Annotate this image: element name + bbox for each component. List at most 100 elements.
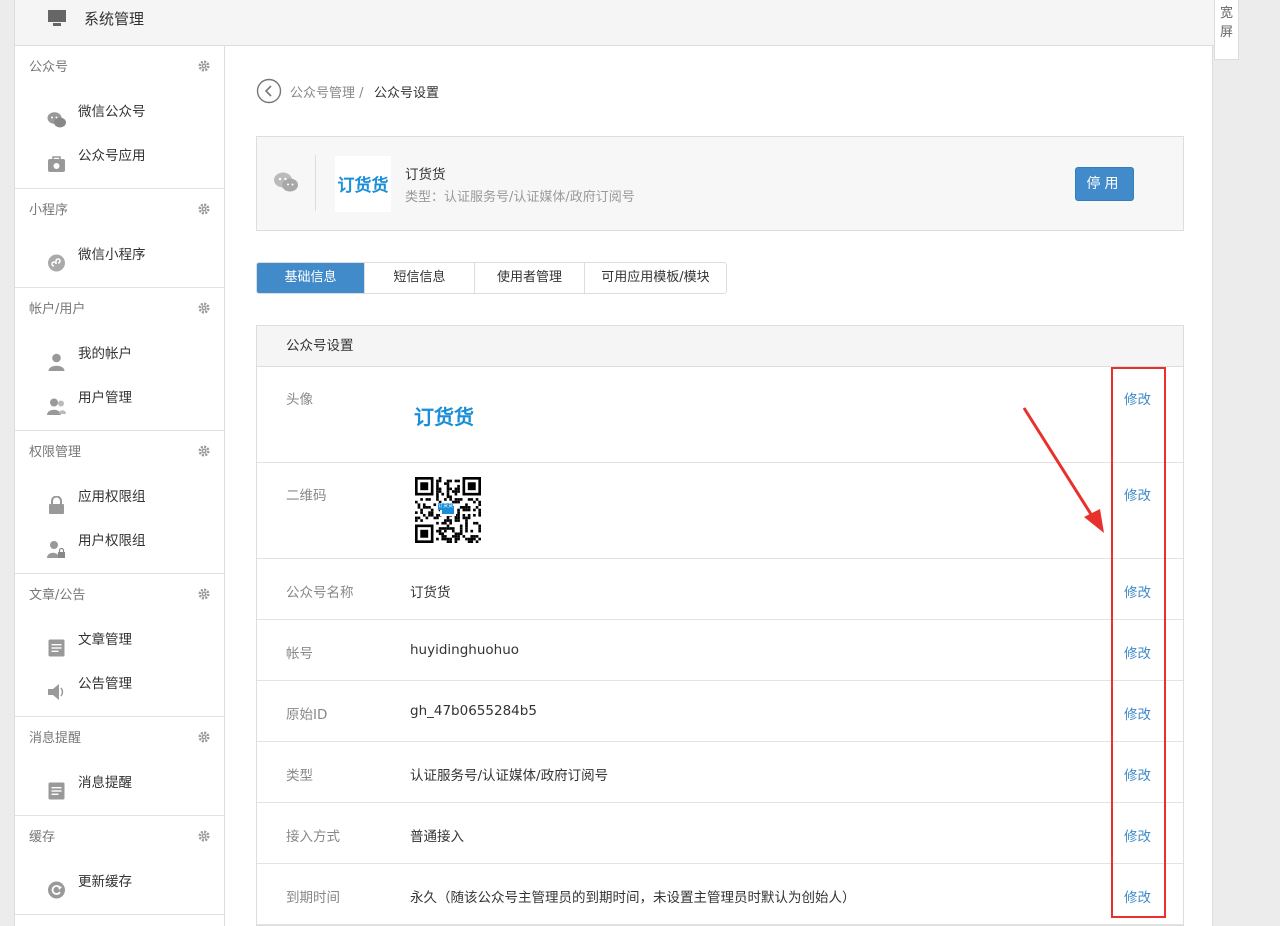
annotation-arrow-icon (1022, 407, 1104, 533)
avatar: 订货货 (414, 397, 484, 437)
settings-row: 公众号名称 订货货 修改 (257, 559, 1183, 620)
qr-code-label: 订货货 (438, 503, 454, 510)
sidebar-item-label: 用户管理 (78, 390, 132, 406)
setting-label: 公众号名称 (286, 584, 354, 601)
account-name: 订货货 (405, 167, 446, 183)
sidebar-item-label: 用户权限组 (78, 533, 146, 549)
tab-sms-info[interactable]: 短信信息 (365, 263, 475, 293)
sidebar: 公众号微信公众号公众号应用小程序微信小程序帐户/用户我的帐户用户管理权限管理应用… (15, 46, 225, 926)
setting-label: 接入方式 (286, 828, 340, 845)
refresh-icon (47, 873, 66, 899)
sidebar-group-title[interactable]: 公众号 (15, 46, 224, 90)
settings-row: 原始ID gh_47b0655284b5 修改 (257, 681, 1183, 742)
breadcrumb-parent[interactable]: 公众号管理 / (290, 82, 364, 101)
sidebar-item-label: 消息提醒 (78, 775, 132, 791)
system-title[interactable]: 系统管理 (84, 8, 144, 29)
setting-value: 订货货 (410, 584, 451, 601)
panel-title: 公众号设置 (257, 326, 1183, 367)
sidebar-group-title[interactable]: 权限管理 (15, 431, 224, 475)
sidebar-group-title[interactable]: 缓存 (15, 816, 224, 860)
sidebar-group: 文章/公告文章管理公告管理 (15, 574, 224, 717)
setting-value: 普通接入 (410, 828, 464, 845)
settings-row: 帐号 huyidinghuohuo 修改 (257, 620, 1183, 681)
setting-label: 帐号 (286, 645, 313, 662)
annotation-box (1111, 367, 1166, 918)
sidebar-item[interactable]: 应用权限组 (15, 475, 224, 519)
sidebar-item[interactable]: 我的帐户 (15, 332, 224, 376)
setting-value: gh_47b0655284b5 (410, 702, 537, 719)
sidebar-group-title[interactable]: 消息提醒 (15, 717, 224, 761)
sidebar-group: 消息提醒 消息提醒 (15, 717, 224, 816)
tab-basic-info[interactable]: 基础信息 (257, 263, 365, 293)
account-card: 订货货 订货货 类型：认证服务号/认证媒体/政府订阅号 停用 (256, 136, 1184, 231)
document-icon (47, 631, 66, 657)
tab-app-templates[interactable]: 可用应用模板/模块 (585, 263, 726, 293)
sidebar-group-label: 消息提醒 (29, 731, 82, 746)
setting-value: 认证服务号/认证媒体/政府订阅号 (410, 767, 609, 784)
document-icon (47, 774, 66, 800)
sidebar-item[interactable]: 公告管理 (15, 662, 224, 706)
sidebar-group-title[interactable]: 帐户/用户 (15, 288, 224, 332)
speaker-icon (47, 675, 66, 700)
setting-label: 二维码 (286, 488, 327, 504)
lock-icon (47, 488, 66, 514)
sidebar-item-label: 更新缓存 (78, 874, 132, 890)
logo-text: 订货货 (338, 175, 389, 196)
tab-bar: 基础信息 短信信息 使用者管理 可用应用模板/模块 (256, 262, 727, 294)
settings-row: 接入方式 普通接入 修改 (257, 803, 1183, 864)
setting-label: 到期时间 (286, 889, 340, 906)
settings-row: 到期时间 永久（随该公众号主管理员的到期时间，未设置主管理员时默认为创始人） 修改 (257, 864, 1183, 925)
wechat-icon (47, 103, 66, 128)
sidebar-item[interactable]: 用户管理 (15, 376, 224, 420)
sidebar-item-label: 公众号应用 (78, 148, 146, 164)
sidebar-item[interactable]: 公众号应用 (15, 134, 224, 178)
sidebar-group-label: 缓存 (29, 830, 56, 845)
setting-value: 永久（随该公众号主管理员的到期时间，未设置主管理员时默认为创始人） (410, 889, 856, 906)
user-icon (47, 345, 66, 371)
widescreen-toggle[interactable]: 宽屏 (1214, 0, 1239, 60)
sidebar-item-label: 微信公众号 (78, 104, 146, 120)
top-bar: 系统管理 (15, 0, 1214, 46)
sidebar-group: 公众号微信公众号公众号应用 (15, 46, 224, 189)
sidebar-group: 缓存更新缓存 (15, 816, 224, 915)
sidebar-item[interactable]: 消息提醒 (15, 761, 224, 805)
sidebar-item[interactable]: 用户权限组 (15, 519, 224, 563)
sidebar-group-label: 权限管理 (29, 445, 82, 460)
sidebar-item[interactable]: 更新缓存 (15, 860, 224, 904)
sidebar-item[interactable]: 微信小程序 (15, 233, 224, 277)
sidebar-item[interactable]: 文章管理 (15, 618, 224, 662)
sidebar-group-label: 小程序 (29, 203, 69, 218)
tab-user-management[interactable]: 使用者管理 (475, 263, 585, 293)
account-type: 类型：认证服务号/认证媒体/政府订阅号 (405, 190, 635, 205)
miniprogram-icon (47, 246, 66, 272)
sidebar-item[interactable]: 微信公众号 (15, 90, 224, 134)
qr-code: 订货货 (415, 477, 481, 547)
user-lock-icon (47, 532, 66, 558)
sidebar-item-label: 公告管理 (78, 676, 132, 692)
sidebar-group-title[interactable]: 小程序 (15, 189, 224, 233)
monitor-icon (48, 10, 66, 26)
setting-value: huyidinghuohuo (410, 641, 520, 658)
sidebar-group-label: 文章/公告 (29, 588, 86, 603)
sidebar-item-label: 应用权限组 (78, 489, 146, 505)
divider (315, 155, 316, 211)
breadcrumb-current: 公众号设置 (374, 86, 440, 101)
setting-label: 原始ID (286, 706, 328, 723)
settings-row: 类型 认证服务号/认证媒体/政府订阅号 修改 (257, 742, 1183, 803)
sidebar-item-label: 文章管理 (78, 632, 132, 648)
sidebar-group-label: 帐户/用户 (29, 302, 86, 317)
wechat-icon (274, 172, 298, 192)
users-icon (47, 389, 66, 415)
back-circle-icon[interactable] (256, 78, 282, 104)
bag-icon (47, 147, 66, 172)
setting-label: 头像 (286, 392, 313, 408)
sidebar-item-label: 微信小程序 (78, 247, 146, 263)
setting-label: 类型 (286, 767, 313, 784)
sidebar-group-label: 公众号 (29, 60, 69, 75)
sidebar-item-label: 我的帐户 (78, 346, 132, 362)
logo-text: 订货货 (414, 405, 474, 429)
sidebar-group-title[interactable]: 文章/公告 (15, 574, 224, 618)
disable-button[interactable]: 停用 (1075, 167, 1134, 201)
account-logo: 订货货 (335, 156, 391, 212)
sidebar-group: 小程序微信小程序 (15, 189, 224, 288)
